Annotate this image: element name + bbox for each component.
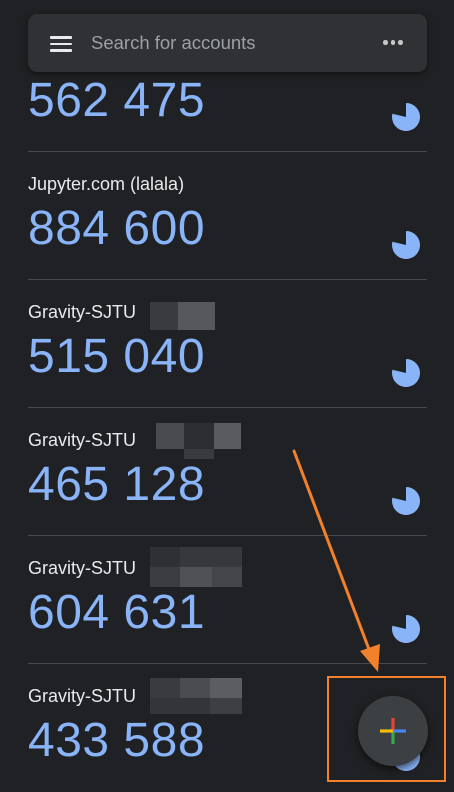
redacted-pixels [150, 302, 215, 330]
redacted-pixels [156, 423, 241, 461]
search-input[interactable]: Search for accounts [91, 32, 256, 54]
timer-pie-icon [392, 230, 421, 259]
search-bar[interactable]: Search for accounts [28, 14, 427, 72]
divider [28, 407, 427, 408]
divider [28, 279, 427, 280]
timer-pie-icon [392, 486, 421, 515]
timer-pie-icon [392, 102, 421, 131]
account-name: Gravity-SJTU [28, 558, 136, 578]
more-options-icon[interactable] [383, 40, 403, 46]
timer-pie-icon [392, 358, 421, 387]
account-name: Gravity-SJTU [28, 430, 136, 450]
annotation-highlight-box [327, 676, 446, 782]
otp-code: 562 475 [28, 74, 206, 127]
divider [28, 663, 427, 664]
timer-pie-icon [392, 614, 421, 643]
account-row[interactable]: Gravity-SJTU 604 631 [28, 537, 427, 664]
account-row[interactable]: Gravity-SJTU 515 040 [28, 281, 427, 408]
redacted-pixels [150, 547, 242, 587]
otp-code: 433 588 [28, 714, 206, 767]
account-row[interactable]: Jupyter.com (lalala) 884 600 [28, 153, 427, 280]
redacted-pixels [150, 678, 242, 714]
account-row[interactable]: Gravity-SJTU 465 128 [28, 409, 427, 536]
otp-code: 515 040 [28, 330, 206, 383]
hamburger-menu-icon[interactable] [50, 36, 72, 52]
divider [28, 535, 427, 536]
divider [28, 151, 427, 152]
otp-code: 604 631 [28, 586, 206, 639]
otp-code: 465 128 [28, 458, 206, 511]
account-name: Jupyter.com (lalala) [28, 174, 185, 194]
otp-code: 884 600 [28, 202, 206, 255]
account-name: Gravity-SJTU [28, 686, 136, 706]
account-name: Gravity-SJTU [28, 302, 136, 322]
